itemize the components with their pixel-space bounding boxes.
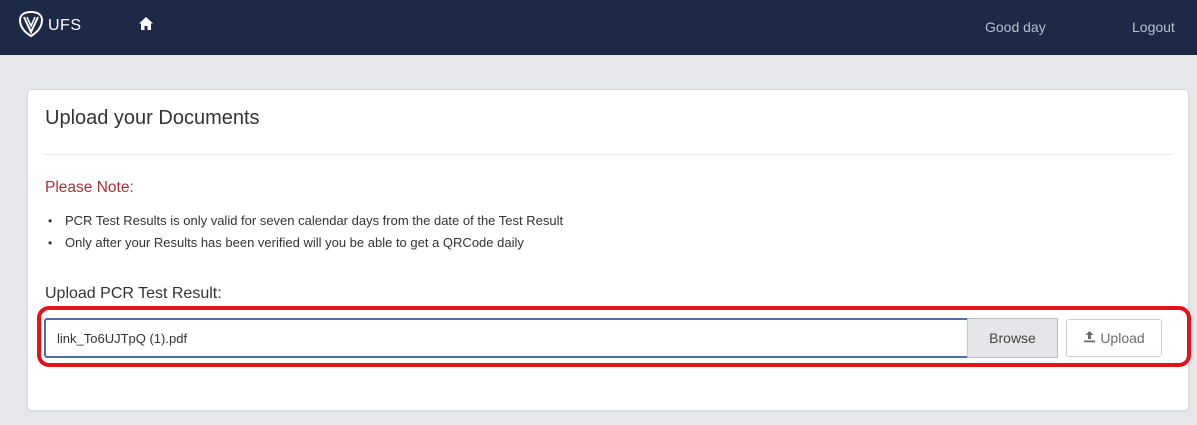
note-item: PCR Test Results is only valid for seven… bbox=[45, 212, 563, 234]
greeting-text: Good day bbox=[985, 19, 1046, 35]
home-icon bbox=[138, 16, 154, 36]
browse-button[interactable]: Browse bbox=[967, 318, 1058, 358]
top-navbar: UFS Good day Logout bbox=[0, 0, 1197, 55]
note-item: Only after your Results has been verifie… bbox=[45, 234, 563, 256]
file-upload-group: Browse Upload bbox=[44, 318, 1170, 358]
brand-logo-link[interactable]: UFS bbox=[18, 10, 82, 43]
panel-title: Upload your Documents bbox=[45, 107, 260, 129]
ufs-logo-icon bbox=[18, 10, 44, 43]
home-button[interactable] bbox=[136, 16, 156, 36]
upload-button-label: Upload bbox=[1100, 330, 1145, 346]
note-list: PCR Test Results is only valid for seven… bbox=[45, 212, 563, 256]
brand-text: UFS bbox=[48, 17, 82, 34]
note-heading: Please Note: bbox=[45, 179, 134, 196]
file-name-input[interactable] bbox=[44, 318, 967, 358]
upload-documents-panel: Upload your Documents Please Note: PCR T… bbox=[27, 89, 1189, 411]
upload-field-label: Upload PCR Test Result: bbox=[45, 285, 222, 302]
panel-divider bbox=[45, 154, 1171, 155]
upload-button[interactable]: Upload bbox=[1066, 319, 1162, 357]
upload-icon bbox=[1083, 330, 1096, 346]
logout-link[interactable]: Logout bbox=[1132, 19, 1175, 35]
